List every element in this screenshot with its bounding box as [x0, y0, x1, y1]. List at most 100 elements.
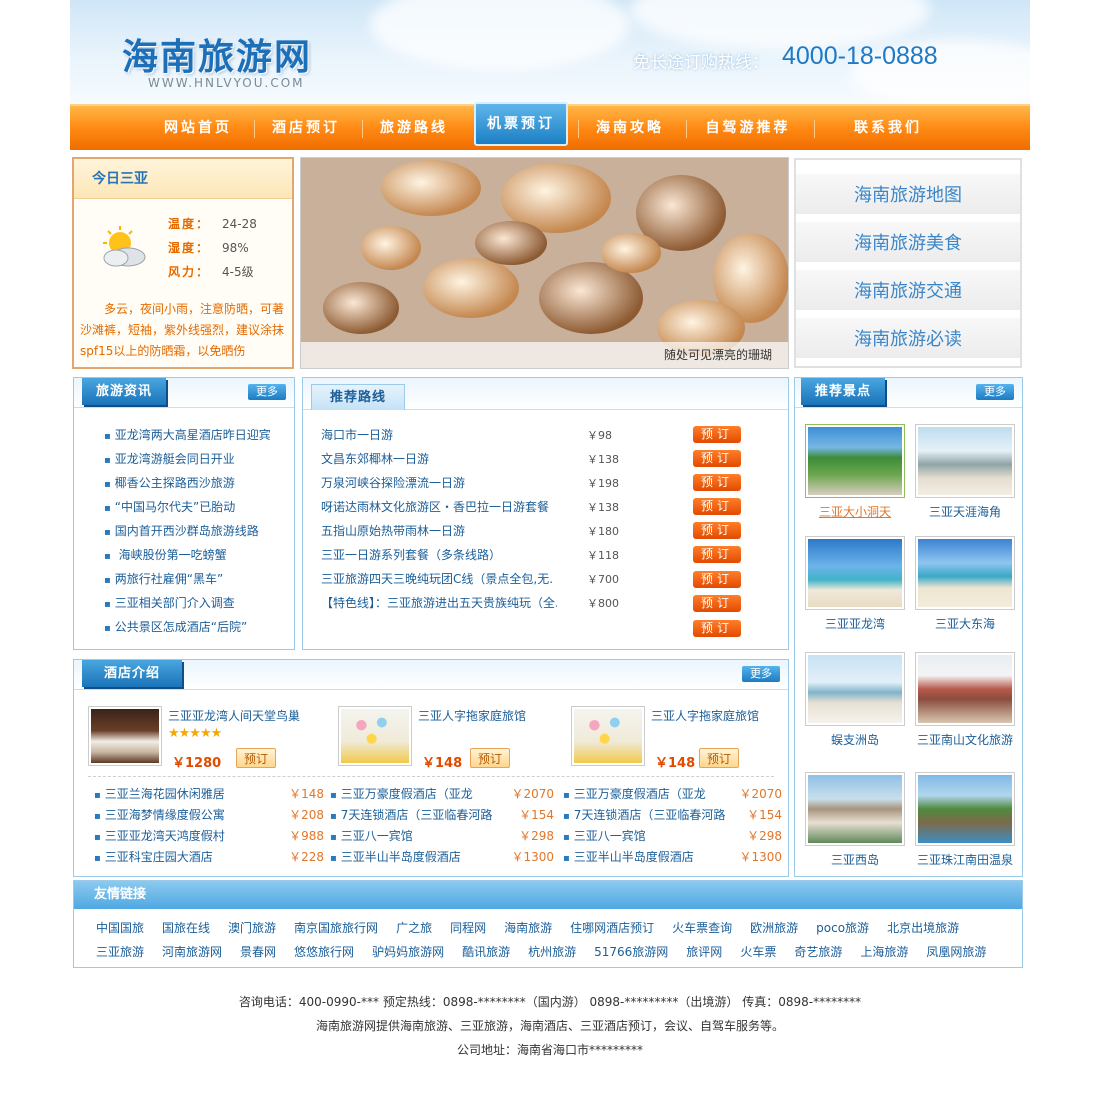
- route-book-button[interactable]: 预订: [693, 620, 741, 637]
- friend-link[interactable]: 火车票: [740, 945, 776, 959]
- hotel-name[interactable]: 三亚人字拖家庭旅馆: [418, 707, 568, 724]
- hotel-name[interactable]: 三亚人字拖家庭旅馆: [651, 707, 801, 724]
- friend-link[interactable]: 北京出境旅游: [887, 921, 959, 935]
- friend-link[interactable]: 国旅在线: [162, 921, 210, 935]
- friend-link[interactable]: 河南旅游网: [162, 945, 222, 959]
- hotel-list-row[interactable]: 三亚八一宾馆￥298: [330, 824, 554, 845]
- route-book-button[interactable]: 预订: [693, 426, 741, 443]
- hotel-stars: ★★★★★: [168, 726, 222, 741]
- friend-link[interactable]: 中国国旅: [96, 921, 144, 935]
- friend-link[interactable]: 三亚旅游: [96, 945, 144, 959]
- hotel-list-row[interactable]: 三亚海梦情缘度假公寓￥208: [94, 803, 324, 824]
- nav-contact[interactable]: 联系我们: [826, 106, 950, 150]
- news-item[interactable]: 公共景区怎成酒店“后院”: [104, 618, 247, 635]
- friend-link[interactable]: 奇艺旅游: [794, 945, 842, 959]
- spot-card[interactable]: 三亚珠江南田温泉: [915, 772, 1015, 868]
- friend-link[interactable]: 住哪网酒店预订: [570, 921, 654, 935]
- hotels-more-button[interactable]: 更多: [742, 666, 780, 682]
- spot-label[interactable]: 三亚天涯海角: [929, 505, 1001, 519]
- friend-link[interactable]: 海南旅游: [504, 921, 552, 935]
- spot-label[interactable]: 三亚亚龙湾: [825, 617, 885, 631]
- news-item[interactable]: 两旅行社雇佣“黑车”: [104, 570, 223, 587]
- site-logo[interactable]: 海南旅游网: [122, 28, 312, 80]
- spot-card[interactable]: 三亚天涯海角: [915, 424, 1015, 520]
- spot-card[interactable]: 蜈支洲岛: [805, 652, 905, 748]
- hotel-list-row[interactable]: 三亚八一宾馆￥298: [563, 824, 782, 845]
- hotel-list-row[interactable]: 7天连锁酒店（三亚临春河路￥154: [563, 803, 782, 824]
- hotel-list-row[interactable]: 三亚万豪度假酒店（亚龙￥2070: [330, 782, 554, 803]
- news-item[interactable]: 亚龙湾游艇会同日开业: [104, 450, 235, 467]
- friend-link[interactable]: 欧洲旅游: [750, 921, 798, 935]
- route-book-button[interactable]: 预订: [693, 474, 741, 491]
- route-book-button[interactable]: 预订: [693, 595, 741, 612]
- spot-card[interactable]: 三亚南山文化旅游: [915, 652, 1015, 748]
- news-item[interactable]: “中国马尔代夫”已胎动: [104, 498, 235, 515]
- hotel-list-row[interactable]: 7天连锁酒店（三亚临春河路￥154: [330, 803, 554, 824]
- news-item[interactable]: 亚龙湾两大高星酒店昨日迎宾: [104, 426, 271, 443]
- friend-link[interactable]: 火车票查询: [672, 921, 732, 935]
- friend-link[interactable]: 广之旅: [396, 921, 432, 935]
- hotel-featured-card[interactable]: 三亚人字拖家庭旅馆 ￥148 预订: [338, 706, 564, 774]
- hotel-featured-card[interactable]: 三亚亚龙湾人间天堂鸟巢 ★★★★★ ￥1280 预订: [88, 706, 314, 774]
- spot-label[interactable]: 三亚西岛: [831, 853, 879, 867]
- nav-hotel[interactable]: 酒店预订: [254, 106, 358, 150]
- hotel-list-row[interactable]: 三亚科宝庄园大酒店￥228: [94, 845, 324, 866]
- news-more-button[interactable]: 更多: [248, 384, 286, 400]
- today-title: 今日三亚: [74, 159, 292, 199]
- hotel-list-row[interactable]: 三亚兰海花园休闲雅居￥148: [94, 782, 324, 803]
- nav-guide[interactable]: 海南攻略: [578, 106, 682, 150]
- friend-link[interactable]: 上海旅游: [860, 945, 908, 959]
- news-item[interactable]: 三亚相关部门介入调查: [104, 594, 235, 611]
- route-book-button[interactable]: 预订: [693, 546, 741, 563]
- hotel-list-row[interactable]: 三亚半山半岛度假酒店￥1300: [330, 845, 554, 866]
- news-item[interactable]: 国内首开西沙群岛旅游线路: [104, 522, 259, 539]
- friend-link[interactable]: 酷讯旅游: [462, 945, 510, 959]
- friend-link[interactable]: 凤凰网旅游: [926, 945, 986, 959]
- friend-link[interactable]: 旅评网: [686, 945, 722, 959]
- friend-link[interactable]: 悠悠旅行网: [294, 945, 354, 959]
- banner-image[interactable]: 随处可见漂亮的珊瑚: [300, 157, 789, 369]
- spot-label[interactable]: 三亚大小洞天: [819, 505, 891, 519]
- friend-link[interactable]: 驴妈妈旅游网: [372, 945, 444, 959]
- spot-label[interactable]: 三亚大东海: [935, 617, 995, 631]
- route-book-button[interactable]: 预订: [693, 450, 741, 467]
- spot-card[interactable]: 三亚大小洞天: [805, 424, 905, 520]
- spot-label[interactable]: 蜈支洲岛: [831, 733, 879, 747]
- friend-link[interactable]: 同程网: [450, 921, 486, 935]
- hotel-name[interactable]: 三亚亚龙湾人间天堂鸟巢: [168, 707, 318, 724]
- spot-label[interactable]: 三亚南山文化旅游: [917, 733, 1013, 747]
- quick-link-musts[interactable]: 海南旅游必读: [796, 318, 1020, 362]
- nav-separator: [686, 120, 687, 138]
- friend-link[interactable]: 南京国旅旅行网: [294, 921, 378, 935]
- hotel-book-button[interactable]: 预订: [699, 748, 739, 768]
- hotel-featured-card[interactable]: 三亚人字拖家庭旅馆 ￥148 预订: [571, 706, 797, 774]
- friend-link[interactable]: 澳门旅游: [228, 921, 276, 935]
- friend-link[interactable]: 51766旅游网: [594, 945, 668, 959]
- hotel-book-button[interactable]: 预订: [470, 748, 510, 768]
- spots-more-button[interactable]: 更多: [976, 384, 1014, 400]
- nav-routes[interactable]: 旅游路线: [362, 106, 466, 150]
- nav-home[interactable]: 网站首页: [146, 106, 250, 150]
- news-item[interactable]: 海峡股份第一吃螃蟹: [104, 546, 227, 563]
- hotel-list-row[interactable]: 三亚半山半岛度假酒店￥1300: [563, 845, 782, 866]
- hotel-book-button[interactable]: 预订: [236, 748, 276, 768]
- nav-flights[interactable]: 机票预订: [474, 102, 568, 146]
- hotel-list-row[interactable]: 三亚亚龙湾天鸿度假村￥988: [94, 824, 324, 845]
- spot-card[interactable]: 三亚西岛: [805, 772, 905, 868]
- route-book-button[interactable]: 预订: [693, 571, 741, 588]
- friend-link[interactable]: 景春网: [240, 945, 276, 959]
- spot-card[interactable]: 三亚亚龙湾: [805, 536, 905, 632]
- quick-link-transport[interactable]: 海南旅游交通: [796, 270, 1020, 314]
- hotel-price: ￥148: [655, 756, 696, 771]
- friend-link[interactable]: poco旅游: [816, 921, 869, 935]
- hotel-list-row[interactable]: 三亚万豪度假酒店（亚龙￥2070: [563, 782, 782, 803]
- news-item[interactable]: 椰香公主探路西沙旅游: [104, 474, 235, 491]
- spot-label[interactable]: 三亚珠江南田温泉: [917, 853, 1013, 867]
- route-book-button[interactable]: 预订: [693, 522, 741, 539]
- quick-link-food[interactable]: 海南旅游美食: [796, 222, 1020, 266]
- nav-selfdrive[interactable]: 自驾游推荐: [686, 106, 810, 150]
- quick-link-map[interactable]: 海南旅游地图: [796, 174, 1020, 218]
- spot-card[interactable]: 三亚大东海: [915, 536, 1015, 632]
- route-book-button[interactable]: 预订: [693, 498, 741, 515]
- friend-link[interactable]: 杭州旅游: [528, 945, 576, 959]
